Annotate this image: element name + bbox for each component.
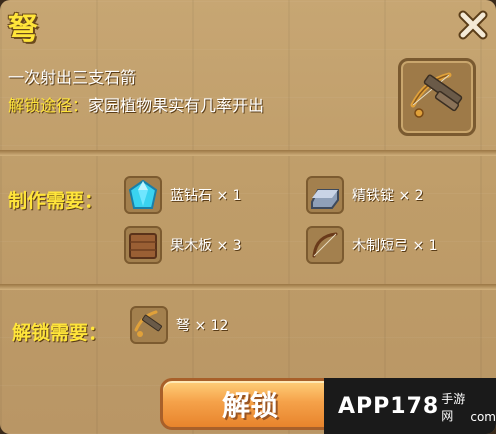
item-detail-panel: 弩 一次射出三支石箭 解锁途径：家园植物果实有几率开出 制作需要： 蓝钻石 × … [0, 0, 496, 434]
close-button[interactable] [456, 8, 490, 42]
close-icon [458, 10, 488, 40]
material-text: 木制短弓 × 1 [352, 238, 438, 254]
unlock-requirement-label: 解锁需要： [12, 322, 108, 344]
item-icon-frame [398, 58, 476, 136]
item-description: 一次射出三支石箭 [8, 68, 137, 87]
crafting-label: 制作需要： [8, 190, 104, 212]
wood-plank-icon [124, 226, 162, 264]
watermark: APP178 手游网 com [324, 378, 496, 434]
material-short-bow: 木制短弓 × 1 [306, 226, 438, 264]
divider [0, 150, 496, 156]
item-title: 弩 [8, 12, 38, 47]
material-iron-ingot: 精铁锭 × 2 [306, 176, 424, 214]
material-blue-diamond: 蓝钻石 × 1 [124, 176, 242, 214]
material-text: 弩 × 12 [176, 318, 229, 334]
iron-ingot-icon [306, 176, 344, 214]
material-text: 果木板 × 3 [170, 238, 242, 254]
short-bow-icon [306, 226, 344, 264]
crossbow-fragment-icon [130, 306, 168, 344]
crossbow-icon [410, 72, 463, 118]
unlock-route: 解锁途径：家园植物果实有几率开出 [8, 92, 264, 116]
divider [0, 284, 496, 290]
material-wood-plank: 果木板 × 3 [124, 226, 242, 264]
unlock-route-value: 家园植物果实有几率开出 [88, 96, 265, 115]
unlock-requirement-item: 弩 × 12 [130, 306, 228, 344]
unlock-button-label: 解锁 [221, 389, 278, 422]
material-text: 蓝钻石 × 1 [170, 188, 242, 204]
watermark-domain: com [470, 410, 496, 424]
material-text: 精铁锭 × 2 [352, 188, 424, 204]
unlock-button[interactable]: 解锁 [160, 378, 340, 430]
unlock-route-label: 解锁途径： [8, 96, 89, 115]
watermark-logo: APP178 [338, 393, 440, 419]
blue-diamond-icon [124, 176, 162, 214]
watermark-sub: 手游网 [441, 392, 466, 423]
